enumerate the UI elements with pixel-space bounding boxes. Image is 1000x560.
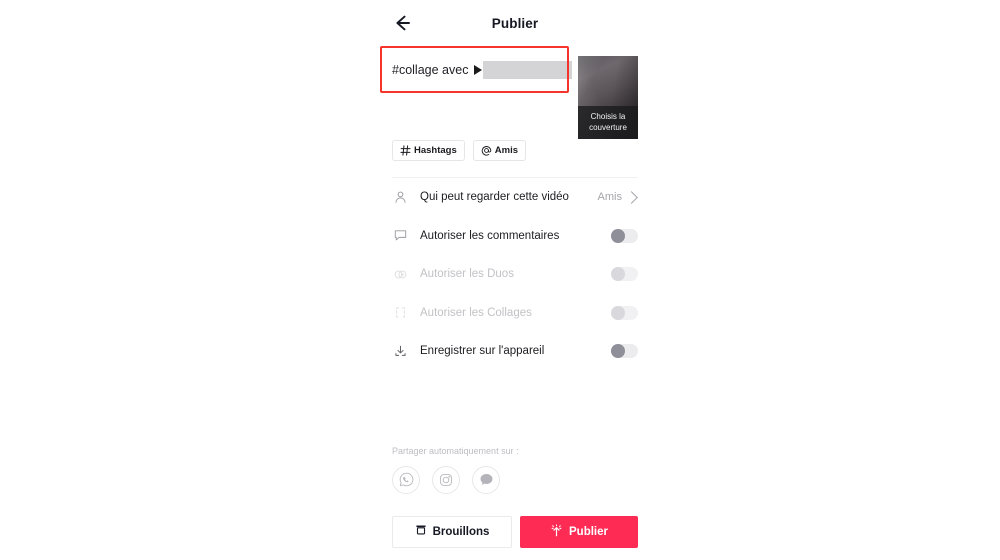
settings-list: Qui peut regarder cette vidéo Amis Autor… [380, 178, 650, 371]
at-icon [481, 145, 492, 156]
mention-chip [474, 61, 573, 79]
page-title: Publier [491, 15, 539, 31]
setting-row-visibility[interactable]: Qui peut regarder cette vidéo Amis [392, 178, 638, 217]
auto-share-label: Partager automatiquement sur : [392, 445, 519, 456]
publish-button[interactable]: Publier [520, 515, 638, 548]
message-bubble-icon[interactable] [472, 465, 500, 494]
footer-actions: Brouillons Publier [380, 515, 650, 548]
setting-label-save-device: Enregistrer sur l'appareil [420, 345, 545, 358]
auto-share-icons [392, 465, 638, 494]
friends-chip-label: Amis [494, 145, 518, 156]
publish-button-label: Publier [569, 525, 608, 538]
hashtags-chip[interactable]: Hashtags [392, 140, 465, 161]
publish-sparkle-icon [550, 523, 563, 540]
cover-caption-line2: couverture [589, 123, 627, 132]
publish-screen: Publier #collage avec Choisis la couvert… [380, 0, 650, 560]
drafts-button-label: Brouillons [432, 525, 490, 538]
hashtag-icon [400, 145, 411, 156]
setting-label-visibility: Qui peut regarder cette vidéo [420, 191, 569, 204]
toggle-comments[interactable] [611, 228, 638, 243]
caption-text: #collage avec [392, 63, 469, 77]
download-icon [392, 343, 409, 360]
toggle-duets[interactable] [611, 267, 638, 282]
redacted-username [483, 61, 573, 79]
setting-label-comments: Autoriser les commentaires [420, 229, 560, 242]
stitch-icon [392, 304, 409, 321]
auto-share-block: Partager automatiquement sur : [380, 446, 650, 494]
toggle-save-device[interactable] [611, 344, 638, 359]
setting-row-comments[interactable]: Autoriser les commentaires [392, 217, 638, 256]
app-header: Publier [380, 0, 650, 46]
caption-input[interactable]: #collage avec [392, 46, 573, 80]
setting-value-visibility: Amis [597, 191, 622, 204]
back-arrow-icon[interactable] [392, 13, 412, 33]
play-marker-icon [474, 65, 483, 75]
setting-row-save-device[interactable]: Enregistrer sur l'appareil [392, 332, 638, 371]
drafts-button[interactable]: Brouillons [392, 515, 512, 548]
cover-caption: Choisis la couverture [578, 106, 638, 139]
toggle-stitch[interactable] [611, 305, 638, 320]
setting-row-stitch[interactable]: Autoriser les Collages [392, 294, 638, 333]
cover-thumbnail[interactable]: Choisis la couverture [578, 56, 638, 139]
instagram-icon[interactable] [432, 465, 460, 494]
cover-caption-line1: Choisis la [590, 112, 626, 121]
setting-label-stitch: Autoriser les Collages [420, 306, 532, 319]
chevron-right-icon [625, 190, 638, 204]
comment-icon [392, 227, 409, 244]
chip-row: Hashtags Amis [380, 140, 650, 161]
hashtags-chip-label: Hashtags [414, 145, 457, 156]
setting-row-duets[interactable]: Autoriser les Duos [392, 255, 638, 294]
archive-box-icon [415, 524, 427, 539]
whatsapp-icon[interactable] [392, 465, 420, 494]
caption-block: #collage avec Choisis la couverture [380, 46, 650, 142]
friends-chip[interactable]: Amis [472, 140, 526, 161]
setting-label-duets: Autoriser les Duos [420, 268, 514, 281]
person-icon [392, 189, 409, 206]
duet-icon [392, 266, 409, 283]
